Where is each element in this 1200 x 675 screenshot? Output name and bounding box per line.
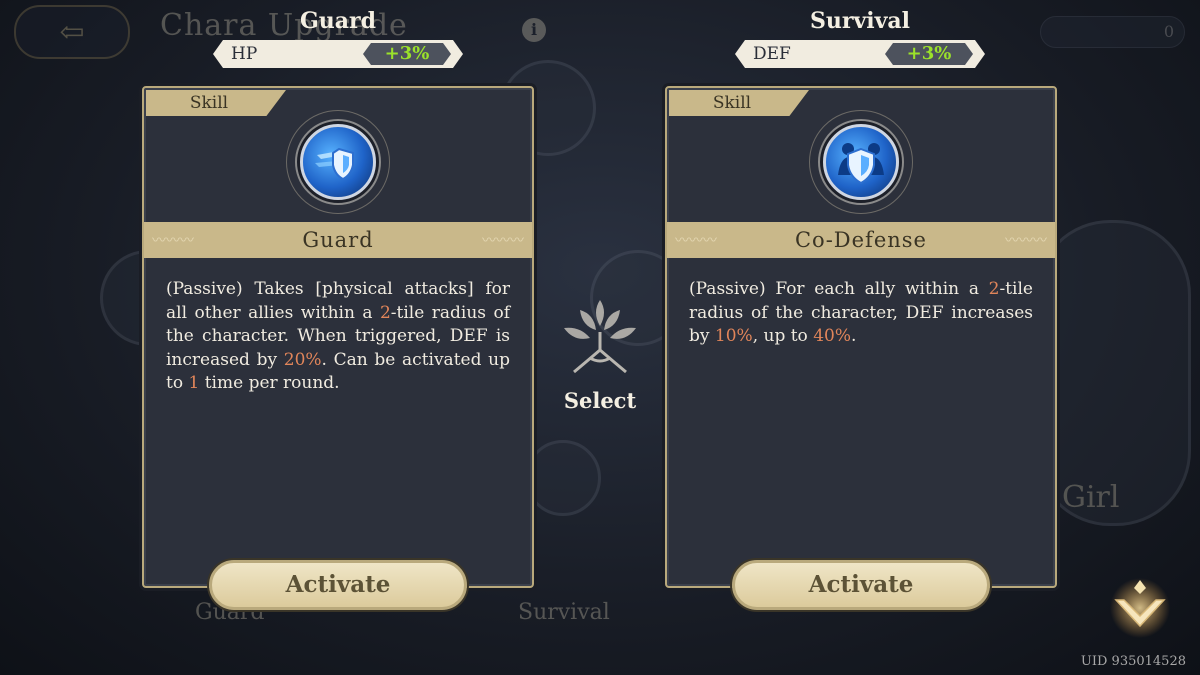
right-stat-name: DEF <box>753 44 791 64</box>
select-emblem: Select <box>550 292 650 413</box>
select-label: Select <box>563 388 637 413</box>
desc-highlight: 2 <box>379 302 391 323</box>
currency-counter: 0 <box>1040 16 1185 48</box>
back-button[interactable]: ⇦ <box>14 5 130 59</box>
right-skill-card[interactable]: Skill 〰〰〰 Co-Defense 〰〰〰 (Passive) For e… <box>665 86 1057 588</box>
desc-text: . <box>851 326 857 346</box>
info-icon[interactable]: i <box>522 18 546 42</box>
ornament-icon: 〰〰〰 <box>1005 233 1047 249</box>
chevron-down-icon <box>1110 578 1170 638</box>
bg-tab-survival: Survival <box>518 600 610 625</box>
desc-text: , up to <box>752 326 814 346</box>
left-stat-name: HP <box>231 44 258 64</box>
shield-dash-icon <box>300 124 376 200</box>
left-skill-icon-frame <box>286 110 390 214</box>
left-stat-value: +3% <box>363 43 451 65</box>
desc-text: (Passive) For each ally within a <box>689 279 989 299</box>
ornament-icon: 〰〰〰 <box>482 233 524 249</box>
back-arrow-icon: ⇦ <box>59 14 85 50</box>
left-skill-name-band: 〰〰〰 Guard 〰〰〰 <box>144 222 532 258</box>
right-stat-value: +3% <box>885 43 973 65</box>
right-stat-pill: DEF +3% <box>735 40 985 68</box>
tree-emblem-icon <box>564 300 636 374</box>
desc-highlight: 1 <box>188 373 200 393</box>
left-activate-button[interactable]: Activate <box>209 560 467 610</box>
right-activate-button[interactable]: Activate <box>732 560 990 610</box>
ornament-icon: 〰〰〰 <box>675 233 717 249</box>
left-card-tab: Skill <box>146 90 286 116</box>
right-skill-icon-frame <box>809 110 913 214</box>
co-defense-shield-icon <box>823 124 899 200</box>
right-column-title: Survival <box>809 8 910 34</box>
desc-highlight: 20% <box>283 349 322 370</box>
right-skill-name: Co-Defense <box>794 228 927 252</box>
right-skill-description: (Passive) For each ally within a 2-tile … <box>689 278 1033 349</box>
left-skill-name: Guard <box>302 228 374 252</box>
uid-label: UID 935014528 <box>1080 654 1186 669</box>
right-card-tab: Skill <box>669 90 809 116</box>
desc-highlight: 40% <box>813 326 851 346</box>
chevron-down-button[interactable] <box>1108 574 1172 638</box>
desc-text: time per round. <box>199 373 340 393</box>
ornament-icon: 〰〰〰 <box>152 233 194 249</box>
bg-character-node <box>525 440 601 516</box>
desc-highlight: 10% <box>714 326 753 346</box>
left-skill-card[interactable]: Skill 〰〰〰 Guard 〰〰〰 (Passive) Takes [phy… <box>142 86 534 588</box>
left-skill-description: (Passive) Takes [physical attacks] for a… <box>166 278 510 396</box>
bg-girl-label: Girl <box>1062 480 1120 515</box>
right-skill-name-band: 〰〰〰 Co-Defense 〰〰〰 <box>667 222 1055 258</box>
left-column-title: Guard <box>299 8 376 34</box>
left-stat-pill: HP +3% <box>213 40 463 68</box>
desc-highlight: 2 <box>988 279 1000 299</box>
